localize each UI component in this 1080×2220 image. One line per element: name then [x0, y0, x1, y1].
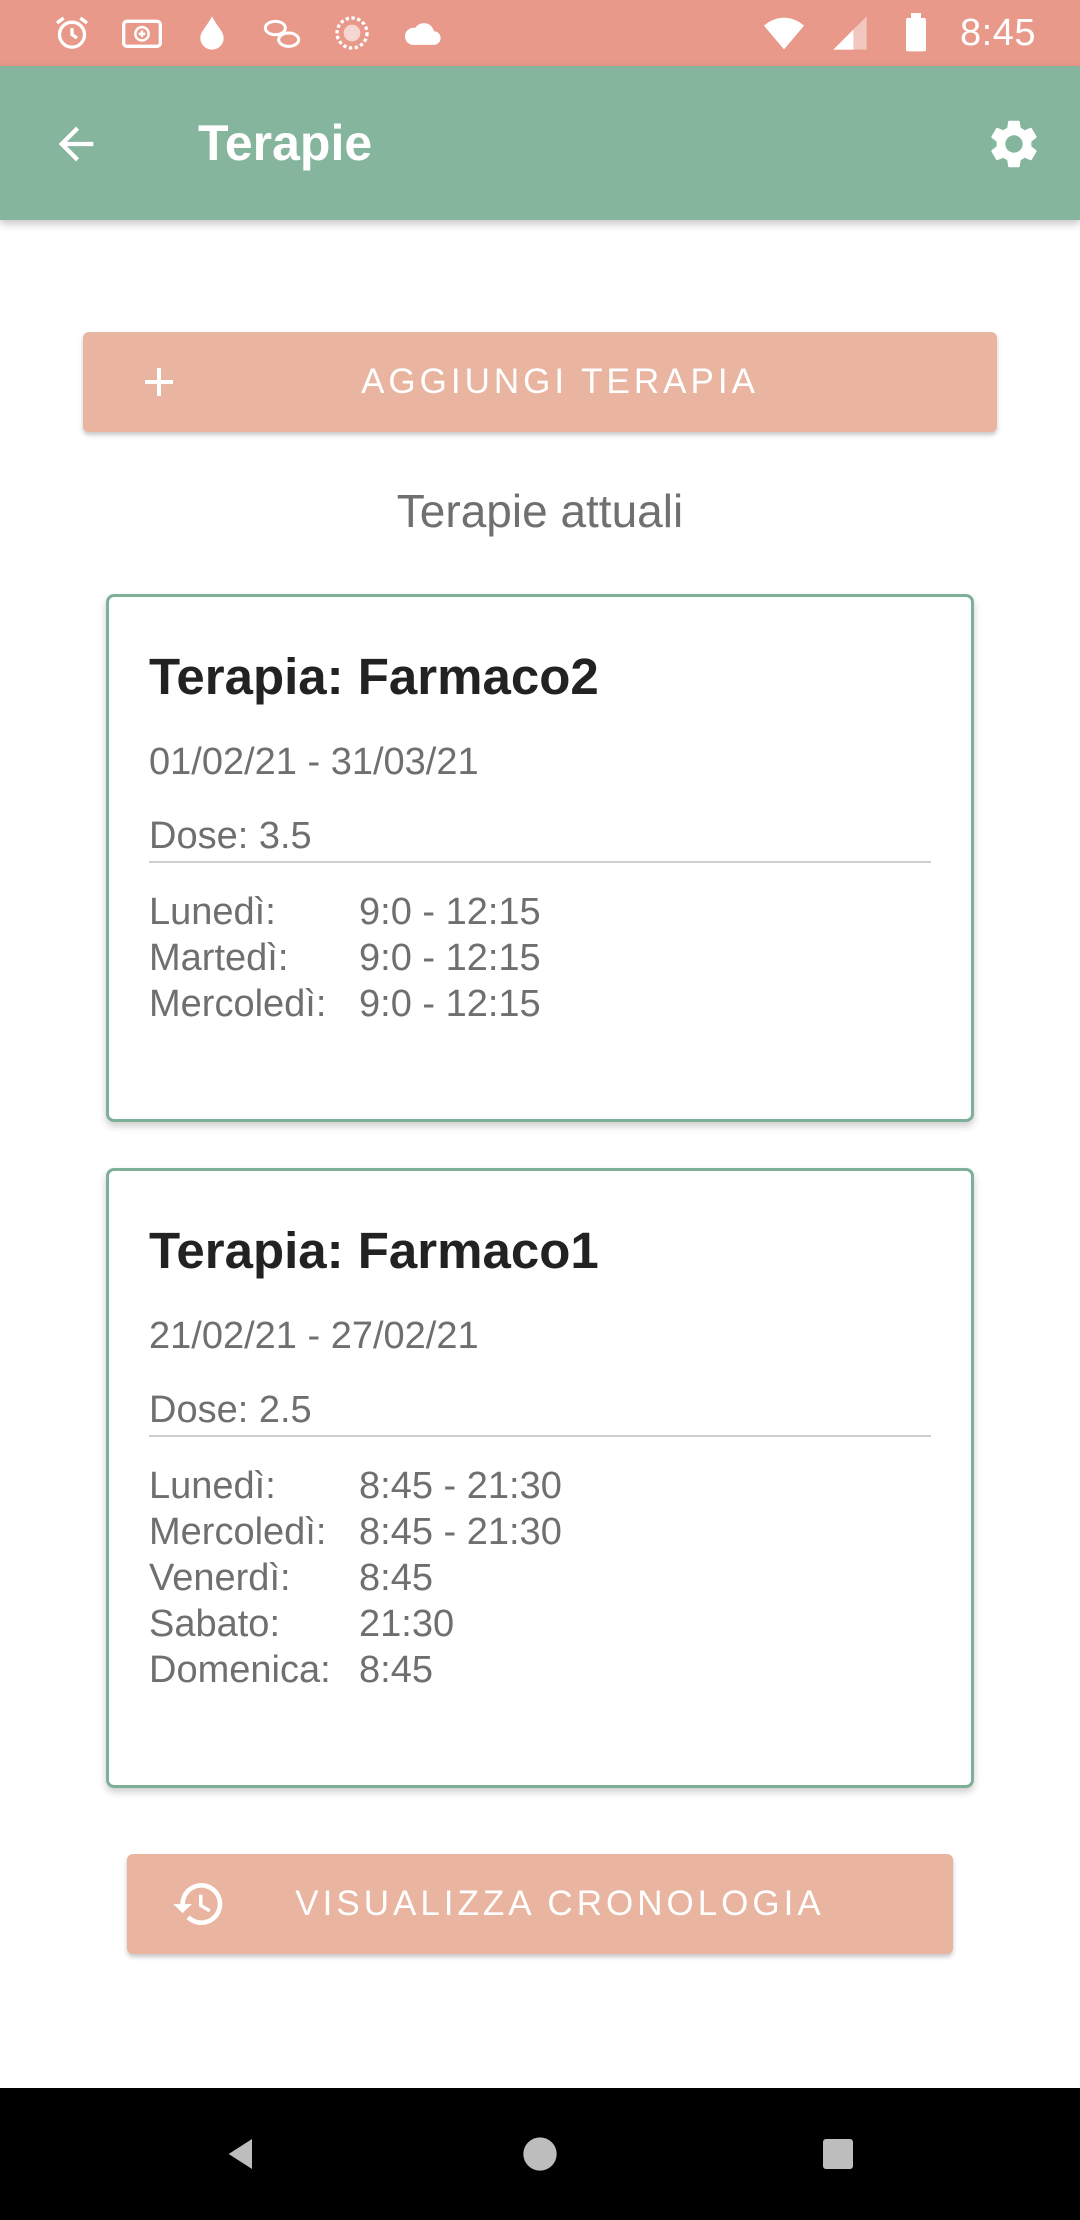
schedule-row: Venerdì: 8:45	[149, 1555, 562, 1601]
status-time: 8:45	[960, 11, 1036, 54]
alarm-icon	[50, 11, 94, 55]
history-icon	[173, 1883, 223, 1925]
schedule-day: Venerdì:	[149, 1557, 291, 1599]
pills-icon	[260, 11, 304, 55]
therapy-schedule: Lunedì: 8:45 - 21:30 Mercoledì: 8:45 - 2…	[149, 1463, 562, 1693]
navigation-bar	[0, 2088, 1080, 2220]
schedule-day: Lunedì:	[149, 1465, 276, 1507]
schedule-day: Sabato:	[149, 1603, 280, 1645]
medical-box-icon	[120, 11, 164, 55]
cloud-icon	[400, 11, 444, 55]
schedule-row: Sabato: 21:30	[149, 1601, 562, 1647]
schedule-time: 9:0 - 12:15	[359, 937, 541, 979]
therapy-dose: Dose: 3.5	[149, 815, 312, 857]
schedule-row: Lunedì: 9:0 - 12:15	[149, 889, 541, 935]
divider	[149, 1435, 931, 1437]
divider	[149, 861, 931, 863]
add-therapy-button[interactable]: AGGIUNGI TERAPIA	[83, 332, 997, 432]
schedule-day: Lunedì:	[149, 891, 276, 933]
schedule-time: 8:45	[359, 1557, 433, 1599]
nav-recents-button[interactable]	[810, 2126, 866, 2182]
therapy-dates: 01/02/21 - 31/03/21	[149, 741, 479, 783]
back-button[interactable]	[40, 108, 112, 180]
triangle-back-icon	[228, 2139, 252, 2169]
schedule-row: Lunedì: 8:45 - 21:30	[149, 1463, 562, 1509]
schedule-time: 8:45	[359, 1649, 433, 1691]
schedule-time: 8:45 - 21:30	[359, 1465, 562, 1507]
signal-icon	[828, 11, 872, 55]
schedule-row: Mercoledì: 8:45 - 21:30	[149, 1509, 562, 1555]
nav-back-button[interactable]	[214, 2126, 270, 2182]
square-recents-icon	[823, 2139, 853, 2169]
schedule-time: 9:0 - 12:15	[359, 891, 541, 933]
notification-icons	[50, 10, 444, 56]
nav-home-button[interactable]	[512, 2126, 568, 2182]
page-title: Terapie	[198, 115, 373, 171]
app-bar: Terapie	[0, 66, 1080, 220]
therapy-dates: 21/02/21 - 27/02/21	[149, 1315, 479, 1357]
view-history-label: VISUALIZZA CRONOLOGIA	[295, 1884, 825, 1923]
plus-icon	[145, 368, 173, 396]
schedule-day: Mercoledì:	[149, 983, 327, 1025]
arrow-back-icon	[58, 126, 94, 162]
therapy-card[interactable]: Terapia: Farmaco2 01/02/21 - 31/03/21 Do…	[106, 594, 974, 1122]
water-drop-icon	[190, 11, 234, 55]
schedule-time: 21:30	[359, 1603, 455, 1645]
therapy-card[interactable]: Terapia: Farmaco1 21/02/21 - 27/02/21 Do…	[106, 1168, 974, 1788]
wifi-icon	[762, 11, 806, 55]
schedule-time: 9:0 - 12:15	[359, 983, 541, 1025]
therapy-schedule: Lunedì: 9:0 - 12:15 Martedì: 9:0 - 12:15…	[149, 889, 541, 1027]
gear-icon	[991, 120, 1037, 168]
schedule-row: Mercoledì: 9:0 - 12:15	[149, 981, 541, 1027]
battery-icon	[894, 11, 938, 55]
sun-icon	[330, 11, 374, 55]
settings-button[interactable]	[978, 108, 1050, 180]
schedule-day: Martedì:	[149, 937, 289, 979]
therapy-title: Terapia: Farmaco1	[149, 1222, 599, 1279]
therapy-title: Terapia: Farmaco2	[149, 648, 599, 705]
schedule-day: Mercoledì:	[149, 1511, 327, 1553]
system-icons: 8:45	[762, 10, 1036, 56]
therapy-dose: Dose: 2.5	[149, 1389, 312, 1431]
view-history-button[interactable]: VISUALIZZA CRONOLOGIA	[127, 1854, 953, 1954]
schedule-row: Domenica: 8:45	[149, 1647, 562, 1693]
status-bar: 8:45	[0, 0, 1080, 66]
circle-home-icon	[523, 2137, 557, 2171]
add-therapy-label: AGGIUNGI TERAPIA	[361, 362, 759, 401]
section-title: Terapie attuali	[396, 485, 684, 537]
schedule-time: 8:45 - 21:30	[359, 1511, 562, 1553]
schedule-row: Martedì: 9:0 - 12:15	[149, 935, 541, 981]
schedule-day: Domenica:	[149, 1649, 331, 1691]
